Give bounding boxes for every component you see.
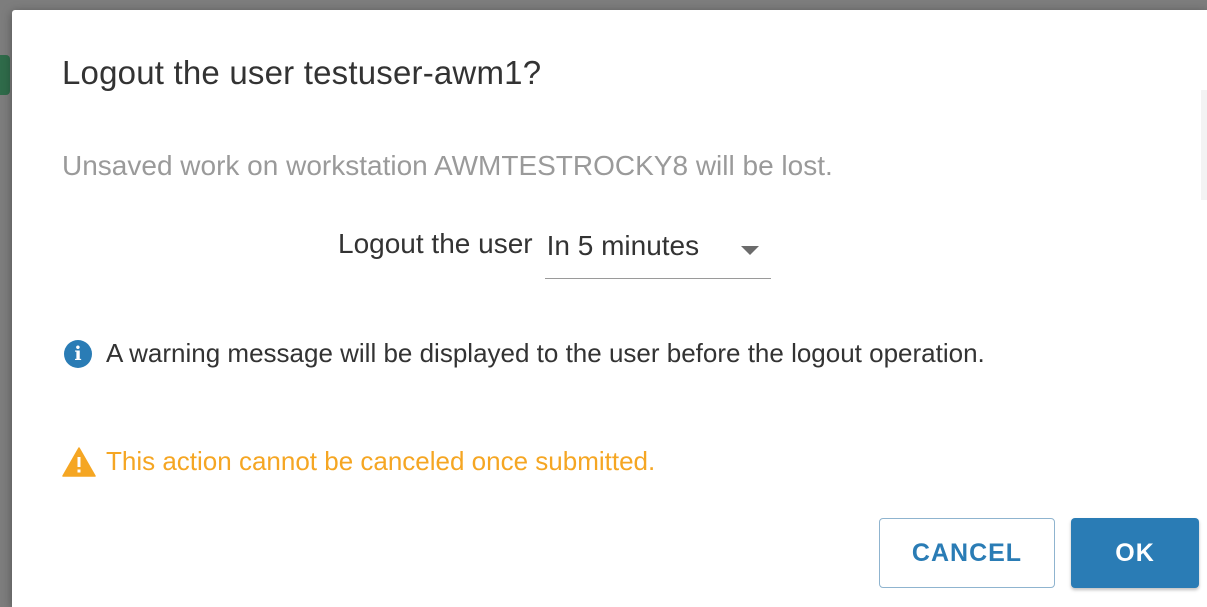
dialog-title: Logout the user testuser-awm1? xyxy=(62,54,542,91)
logout-timing-row: Logout the user In 5 minutes xyxy=(338,222,771,282)
logout-timing-label: Logout the user xyxy=(338,228,533,259)
dialog-scroll-edge xyxy=(1201,90,1207,200)
info-message: A warning message will be displayed to t… xyxy=(106,338,985,368)
info-circle-icon: i xyxy=(64,339,92,368)
logout-timing-select[interactable]: In 5 minutes xyxy=(544,222,771,279)
warning-message: This action cannot be canceled once subm… xyxy=(106,446,656,476)
warning-message-row: This action cannot be canceled once subm… xyxy=(62,446,655,477)
warning-triangle-icon xyxy=(62,446,96,477)
cancel-button[interactable]: CANCEL xyxy=(879,518,1055,588)
info-message-row: i A warning message will be displayed to… xyxy=(64,338,985,369)
ok-button[interactable]: OK xyxy=(1071,518,1199,588)
logout-dialog: Logout the user testuser-awm1? Unsaved w… xyxy=(12,10,1207,607)
background-app-edge xyxy=(0,55,10,95)
caret-down-icon xyxy=(740,246,759,255)
dialog-subtitle: Unsaved work on workstation AWMTESTROCKY… xyxy=(62,150,833,181)
logout-timing-selected-value: In 5 minutes xyxy=(546,230,700,261)
